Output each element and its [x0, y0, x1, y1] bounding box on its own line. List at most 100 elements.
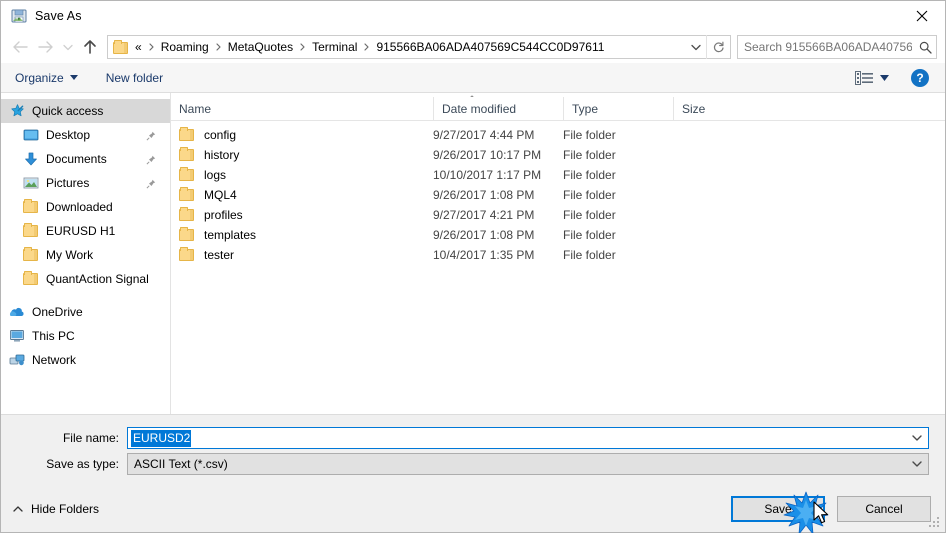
- folder-icon: [179, 247, 195, 263]
- table-row[interactable]: templates 9/26/2017 1:08 PM File folder: [171, 225, 945, 245]
- chevron-down-icon[interactable]: [906, 454, 928, 474]
- search-box[interactable]: [737, 35, 937, 59]
- navigation-bar: « Roaming MetaQuotes Terminal 915566BA06…: [1, 31, 945, 63]
- table-row[interactable]: history 9/26/2017 10:17 PM File folder: [171, 145, 945, 165]
- column-header-size[interactable]: Size: [673, 96, 753, 121]
- breadcrumb-item-terminal[interactable]: Terminal: [310, 40, 359, 54]
- folder-icon: [179, 147, 195, 163]
- folder-icon: [179, 187, 195, 203]
- sidebar-item-quantaction-signal[interactable]: QuantAction Signal: [1, 267, 170, 291]
- file-name-cell: MQL4: [171, 187, 433, 203]
- table-row[interactable]: MQL4 9/26/2017 1:08 PM File folder: [171, 185, 945, 205]
- back-arrow-icon[interactable]: [7, 34, 33, 60]
- sidebar-item-onedrive[interactable]: OneDrive: [1, 300, 170, 324]
- breadcrumb-item-metaquotes[interactable]: MetaQuotes: [226, 40, 295, 54]
- file-date: 9/27/2017 4:21 PM: [433, 208, 535, 222]
- table-row[interactable]: profiles 9/27/2017 4:21 PM File folder: [171, 205, 945, 225]
- file-type: File folder: [563, 208, 616, 222]
- chevron-up-icon: [13, 506, 23, 512]
- file-name-row: File name: EURUSD2: [17, 427, 929, 449]
- organize-button[interactable]: Organize: [15, 71, 78, 85]
- table-row[interactable]: config 9/27/2017 4:44 PM File folder: [171, 125, 945, 145]
- sidebar-item-network[interactable]: Network: [1, 348, 170, 372]
- folder-icon: [179, 227, 195, 243]
- cancel-button[interactable]: Cancel: [837, 496, 931, 522]
- search-input[interactable]: [738, 39, 914, 55]
- sidebar-item-eurusd-h1[interactable]: EURUSD H1: [1, 219, 170, 243]
- pin-icon[interactable]: [146, 130, 156, 141]
- documents-icon: [23, 151, 39, 167]
- file-date: 9/26/2017 1:08 PM: [433, 228, 535, 242]
- column-headers: Name Date modified Type Size: [171, 96, 945, 121]
- file-name-cell: logs: [171, 167, 433, 183]
- close-icon[interactable]: [899, 1, 945, 31]
- save-as-type-select[interactable]: ASCII Text (*.csv): [127, 453, 929, 475]
- column-header-name[interactable]: Name: [171, 97, 433, 121]
- sidebar-item-label: QuantAction Signal: [46, 272, 149, 286]
- title-bar: Save As: [1, 1, 945, 31]
- file-name-input[interactable]: EURUSD2: [127, 427, 929, 449]
- sidebar-item-downloaded[interactable]: Downloaded: [1, 195, 170, 219]
- view-options-button[interactable]: [855, 70, 889, 85]
- file-name: tester: [204, 248, 235, 262]
- save-form: File name: EURUSD2 Save as type: ASCII T…: [1, 414, 945, 486]
- folder-icon: [113, 39, 129, 55]
- breadcrumb-item-terminal-id[interactable]: 915566BA06ADA407569C544CC0D97611: [374, 40, 606, 54]
- search-icon[interactable]: [914, 36, 936, 58]
- sidebar-item-documents[interactable]: Documents: [1, 147, 170, 171]
- hide-folders-button[interactable]: Hide Folders: [13, 502, 99, 516]
- recent-locations-chevron-icon[interactable]: [59, 34, 77, 60]
- table-row[interactable]: logs 10/10/2017 1:17 PM File folder: [171, 165, 945, 185]
- sidebar-item-quick-access[interactable]: Quick access: [1, 99, 170, 123]
- save-as-type-value: ASCII Text (*.csv): [134, 457, 228, 471]
- pin-icon[interactable]: [146, 178, 156, 189]
- cancel-label: Cancel: [865, 502, 903, 516]
- address-bar[interactable]: « Roaming MetaQuotes Terminal 915566BA06…: [107, 35, 731, 59]
- refresh-icon[interactable]: [706, 35, 730, 59]
- breadcrumb-prefix: «: [135, 40, 142, 54]
- sidebar-item-my-work[interactable]: My Work: [1, 243, 170, 267]
- address-dropdown-icon[interactable]: [686, 36, 706, 58]
- column-header-date-modified[interactable]: Date modified: [433, 96, 563, 121]
- file-name-cell: templates: [171, 227, 433, 243]
- help-icon[interactable]: ?: [911, 68, 929, 87]
- file-type: File folder: [563, 148, 616, 162]
- save-button[interactable]: Save: [731, 496, 825, 522]
- help-label: ?: [916, 70, 924, 85]
- file-rows: config 9/27/2017 4:44 PM File folder his…: [171, 121, 945, 414]
- folder-icon: [179, 167, 195, 183]
- file-name-label: File name:: [62, 431, 119, 445]
- sidebar-item-this-pc[interactable]: This PC: [1, 324, 170, 348]
- file-type: File folder: [563, 228, 616, 242]
- sidebar-item-pictures[interactable]: Pictures: [1, 171, 170, 195]
- sidebar-item-desktop[interactable]: Desktop: [1, 123, 170, 147]
- file-date: 9/27/2017 4:44 PM: [433, 128, 535, 142]
- new-folder-button[interactable]: New folder: [106, 71, 163, 85]
- column-label: Name: [179, 101, 212, 116]
- table-row[interactable]: tester 10/4/2017 1:35 PM File folder: [171, 245, 945, 265]
- chevron-down-icon[interactable]: [906, 428, 928, 448]
- up-arrow-icon[interactable]: [77, 34, 103, 60]
- save-as-type-row: Save as type: ASCII Text (*.csv): [17, 453, 929, 475]
- chevron-right-icon: [144, 43, 159, 51]
- window-title: Save As: [35, 9, 82, 23]
- file-date: 9/26/2017 10:17 PM: [433, 148, 542, 162]
- file-type: File folder: [563, 188, 616, 202]
- sidebar-item-label: Desktop: [46, 128, 91, 142]
- breadcrumb-item-roaming[interactable]: Roaming: [159, 40, 211, 54]
- file-name: MQL4: [204, 188, 237, 202]
- file-name: templates: [204, 228, 257, 242]
- column-label: Date modified: [442, 101, 517, 116]
- network-icon: [9, 352, 25, 368]
- file-type: File folder: [563, 248, 616, 262]
- file-date: 10/10/2017 1:17 PM: [433, 168, 542, 182]
- dialog-footer: Hide Folders Save Cancel: [1, 486, 945, 532]
- file-date: 9/26/2017 1:08 PM: [433, 188, 535, 202]
- resize-grip-icon[interactable]: [929, 517, 941, 529]
- desktop-icon: [23, 127, 39, 143]
- forward-arrow-icon[interactable]: [33, 34, 59, 60]
- hide-folders-label: Hide Folders: [31, 502, 100, 516]
- column-header-type[interactable]: Type: [563, 96, 673, 121]
- new-folder-label: New folder: [105, 70, 164, 85]
- pin-icon[interactable]: [146, 154, 156, 165]
